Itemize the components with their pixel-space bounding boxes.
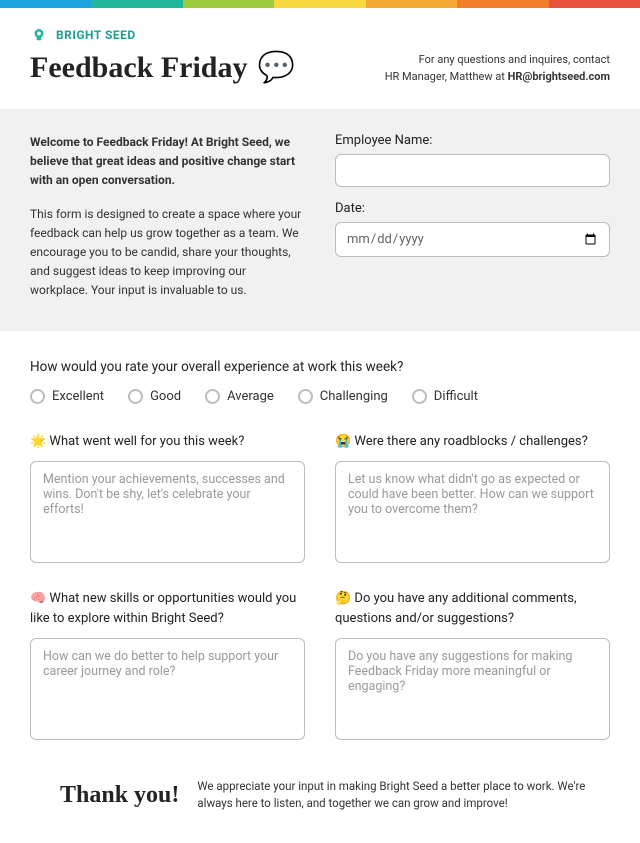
crying-icon: 😭 — [335, 434, 351, 449]
star-icon: 🌟 — [30, 434, 46, 449]
contact-info: For any questions and inquires, contact … — [385, 52, 610, 85]
rating-question: How would you rate your overall experien… — [30, 359, 610, 375]
brain-icon: 🧠 — [30, 591, 46, 606]
radio-icon — [205, 389, 220, 404]
comments-textarea[interactable] — [335, 638, 610, 740]
bar-seg — [366, 0, 457, 8]
q-roadblocks: 😭 Were there any roadblocks / challenges… — [335, 432, 610, 568]
radio-good[interactable]: Good — [128, 389, 181, 404]
question-grid: 🌟 What went well for you this week? 😭 We… — [30, 432, 610, 745]
thinking-icon: 🤔 — [335, 591, 351, 606]
identity-fields: Employee Name: Date: — [335, 133, 610, 301]
radio-excellent[interactable]: Excellent — [30, 389, 104, 404]
radio-icon — [412, 389, 427, 404]
thank-you-heading: Thank you! — [60, 782, 179, 809]
brand: BRIGHT SEED — [30, 26, 610, 44]
contact-email: HR@brightseed.com — [508, 70, 610, 83]
bar-seg — [274, 0, 365, 8]
speech-bubble-icon: 💬 — [258, 50, 295, 85]
roadblocks-textarea[interactable] — [335, 461, 610, 563]
header: BRIGHT SEED Feedback Friday 💬 For any qu… — [0, 8, 640, 109]
main-form: How would you rate your overall experien… — [0, 331, 640, 765]
q-skills: 🧠 What new skills or opportunities would… — [30, 589, 305, 744]
radio-icon — [298, 389, 313, 404]
radio-difficult[interactable]: Difficult — [412, 389, 478, 404]
rainbow-bar — [0, 0, 640, 8]
bar-seg — [457, 0, 548, 8]
name-label: Employee Name: — [335, 133, 610, 148]
footer: Thank you! We appreciate your input in m… — [0, 764, 640, 843]
welcome-text: Welcome to Feedback Friday! At Bright Se… — [30, 133, 305, 301]
bar-seg — [183, 0, 274, 8]
date-input[interactable] — [335, 222, 610, 257]
footer-text: We appreciate your input in making Brigh… — [197, 778, 610, 813]
date-label: Date: — [335, 201, 610, 216]
lightbulb-icon — [30, 26, 48, 44]
q-went-well: 🌟 What went well for you this week? — [30, 432, 305, 568]
rating-options: Excellent Good Average Challenging Diffi… — [30, 389, 610, 404]
radio-challenging[interactable]: Challenging — [298, 389, 388, 404]
went-well-textarea[interactable] — [30, 461, 305, 563]
skills-textarea[interactable] — [30, 638, 305, 740]
bar-seg — [0, 0, 91, 8]
intro-section: Welcome to Feedback Friday! At Bright Se… — [0, 109, 640, 331]
bar-seg — [91, 0, 182, 8]
radio-icon — [128, 389, 143, 404]
brand-name: BRIGHT SEED — [56, 28, 136, 42]
bar-seg — [549, 0, 640, 8]
radio-icon — [30, 389, 45, 404]
page-title: Feedback Friday 💬 — [30, 50, 295, 85]
q-comments: 🤔 Do you have any additional comments, q… — [335, 589, 610, 744]
radio-average[interactable]: Average — [205, 389, 274, 404]
employee-name-input[interactable] — [335, 154, 610, 187]
